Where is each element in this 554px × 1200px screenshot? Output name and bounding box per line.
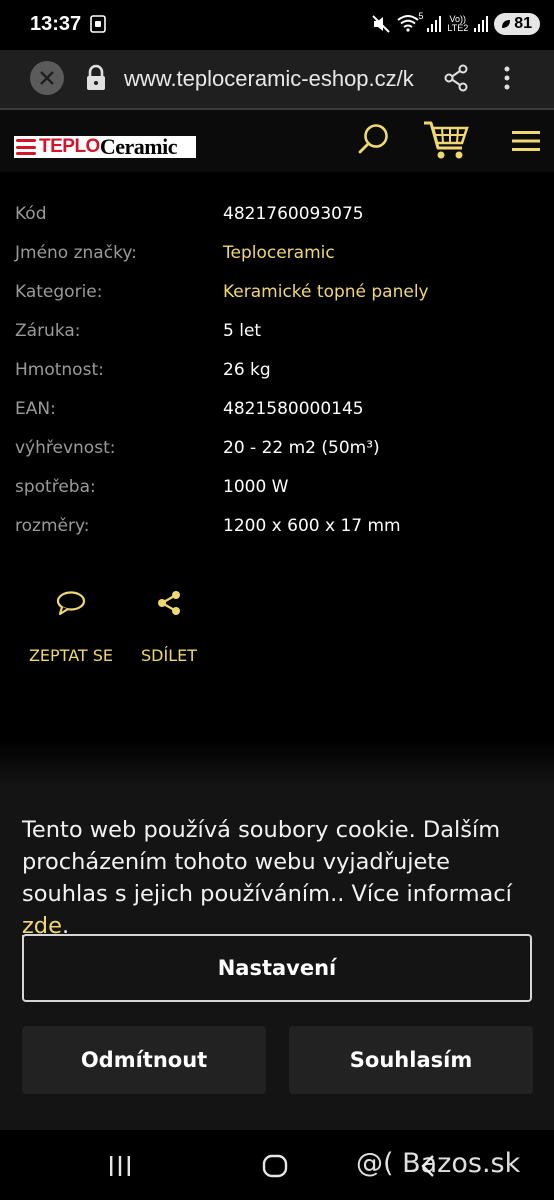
ask-question-button[interactable]: ZEPTAT SE [28, 590, 114, 665]
spec-label: Kategorie: [15, 282, 103, 302]
site-logo[interactable]: TEPLO Ceramic [14, 134, 196, 159]
system-nav-bar: @( Bazos.sk [0, 1130, 554, 1200]
close-tab-button[interactable] [30, 61, 64, 95]
cookie-accept-button[interactable]: Souhlasím [289, 1026, 533, 1094]
logo-text-teplo: TEPLO [39, 136, 100, 157]
network-label: Vo)) LTE2 [447, 14, 469, 33]
cookie-consent-panel: Tento web používá soubory cookie. Dalším… [0, 786, 554, 1130]
spec-row-category: Kategorie: Keramické topné panely [0, 274, 554, 313]
chat-bubble-icon [56, 591, 86, 616]
wifi-badge: 5 [418, 11, 424, 21]
share-icon [158, 591, 180, 615]
ask-question-label: ZEPTAT SE [28, 646, 114, 665]
spec-label: Kód [15, 204, 47, 224]
cart-icon[interactable] [422, 119, 470, 161]
product-specs: Kód 4821760093075 Jméno značky: Teplocer… [0, 196, 554, 547]
recents-icon[interactable] [108, 1156, 132, 1176]
status-icons: 5 Vo)) LTE2 81 [371, 11, 540, 35]
battery-level: 81 [514, 15, 532, 32]
mute-icon [372, 15, 391, 33]
spec-label: výhřevnost: [15, 438, 116, 458]
logo-mark-icon [16, 139, 36, 155]
search-icon[interactable] [357, 122, 391, 156]
lock-icon[interactable] [85, 64, 107, 92]
category-link[interactable]: Keramické topné panely [223, 282, 429, 302]
spec-value: 20 - 22 m2 (50m³) [223, 438, 380, 458]
cookie-reject-button[interactable]: Odmítnout [22, 1026, 266, 1094]
menu-icon[interactable] [512, 130, 540, 152]
cookie-settings-button[interactable]: Nastavení [22, 934, 532, 1002]
logo-text-ceramic: Ceramic [99, 134, 178, 159]
signal-icon [427, 16, 442, 32]
cookie-fade [0, 740, 554, 786]
spec-row-brand: Jméno značky: Teploceramic [0, 235, 554, 274]
spec-row-ean: EAN: 4821580000145 [0, 391, 554, 430]
spec-value: 5 let [223, 321, 262, 341]
spec-value: 4821580000145 [223, 399, 364, 419]
share-label: SDÍLET [141, 646, 197, 665]
battery-icon: 81 [494, 13, 540, 35]
status-bar: 13:37 5 Vo)) LTE2 81 [0, 0, 554, 50]
home-icon[interactable] [262, 1154, 288, 1178]
share-icon[interactable] [443, 64, 469, 92]
screenshot-icon [90, 15, 106, 33]
bazos-watermark: @( Bazos.sk [356, 1148, 521, 1179]
spec-row-warranty: Záruka: 5 let [0, 313, 554, 352]
spec-row-dimensions: rozměry: 1200 x 600 x 17 mm [0, 508, 554, 547]
spec-row-heating: výhřevnost: 20 - 22 m2 (50m³) [0, 430, 554, 469]
cookie-message: Tento web používá soubory cookie. Dalším… [22, 817, 512, 939]
status-time: 13:37 [30, 13, 82, 35]
spec-value: 1000 W [223, 477, 289, 497]
spec-label: EAN: [15, 399, 56, 419]
url-field[interactable]: www.teploceramic-eshop.cz/k [124, 66, 420, 92]
site-header: TEPLO Ceramic [0, 110, 554, 172]
spec-label: Záruka: [15, 321, 81, 341]
spec-label: Jméno značky: [15, 243, 137, 263]
more-vert-icon[interactable] [497, 64, 517, 92]
signal-icon-2 [474, 16, 489, 32]
spec-value: 26 kg [223, 360, 271, 380]
spec-label: rozměry: [15, 516, 90, 536]
browser-url-bar: www.teploceramic-eshop.cz/k [0, 50, 554, 108]
spec-value: 1200 x 600 x 17 mm [223, 516, 401, 536]
spec-label: spotřeba: [15, 477, 96, 497]
share-product-button[interactable]: SDÍLET [138, 590, 200, 665]
spec-row-weight: Hmotnost: 26 kg [0, 352, 554, 391]
spec-row-power: spotřeba: 1000 W [0, 469, 554, 508]
spec-value: 4821760093075 [223, 204, 364, 224]
brand-link[interactable]: Teploceramic [223, 243, 335, 263]
close-icon [40, 71, 54, 85]
spec-label: Hmotnost: [15, 360, 104, 380]
wifi-icon: 5 [397, 11, 424, 34]
spec-row-code: Kód 4821760093075 [0, 196, 554, 235]
